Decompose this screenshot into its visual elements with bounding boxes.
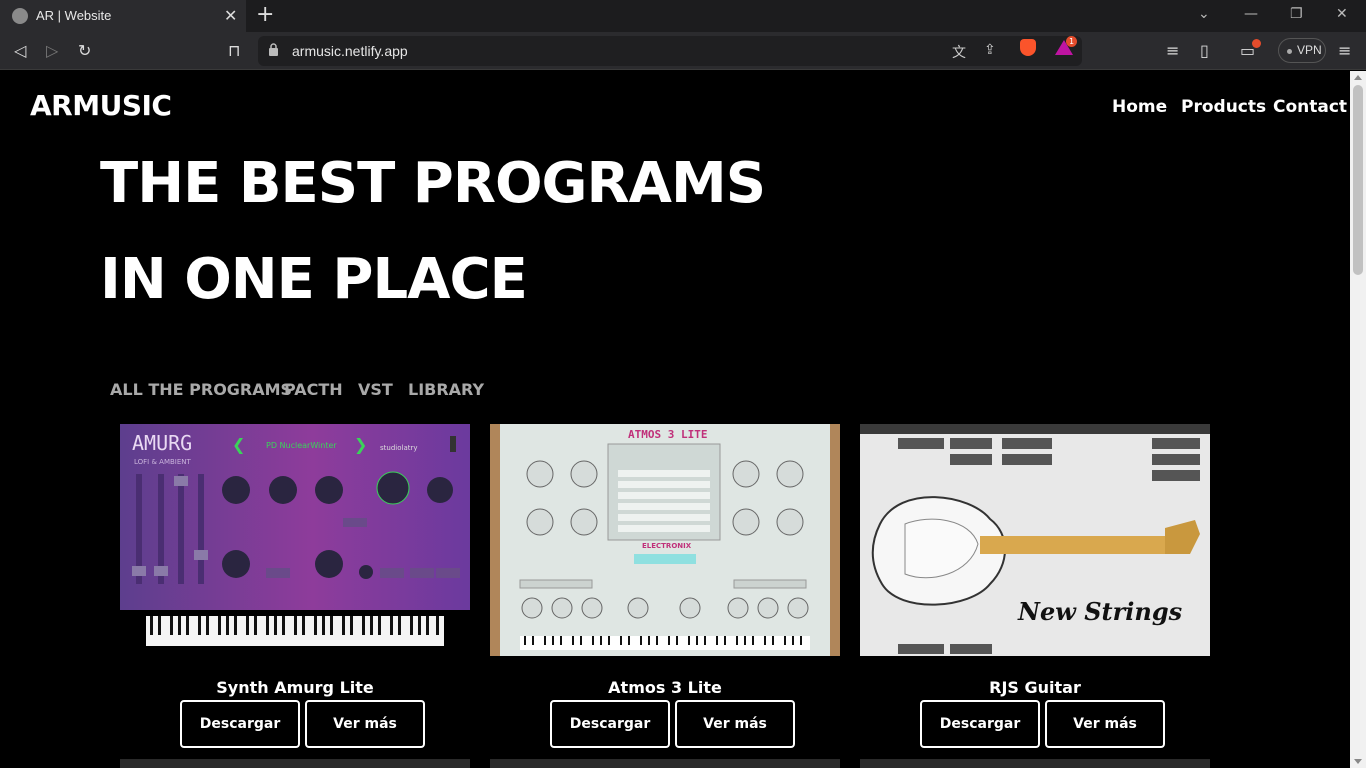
- brave-shields-icon[interactable]: [1020, 39, 1036, 56]
- nav-home[interactable]: Home: [1112, 97, 1167, 117]
- media-icon[interactable]: ≡: [1166, 41, 1179, 60]
- share-icon[interactable]: ⇪: [984, 42, 996, 58]
- filter-all[interactable]: ALL THE PROGRAMS: [110, 380, 292, 399]
- translate-icon[interactable]: 文: [952, 42, 966, 62]
- site-logo[interactable]: ARMUSIC: [30, 89, 172, 122]
- scroll-down-icon[interactable]: [1354, 759, 1362, 764]
- back-icon[interactable]: ◁: [14, 41, 26, 60]
- product-title: Atmos 3 Lite: [608, 678, 722, 697]
- amurg-brand-text: AMURG: [132, 431, 192, 455]
- tab-title: AR | Website: [36, 8, 112, 23]
- download-button[interactable]: Descargar: [550, 700, 670, 748]
- page-scrollbar[interactable]: [1350, 71, 1366, 768]
- forward-icon[interactable]: ▷: [46, 41, 58, 60]
- vpn-label: VPN: [1297, 43, 1322, 57]
- svg-text:❯: ❯: [354, 435, 367, 454]
- svg-text:PD NuclearWinter: PD NuclearWinter: [266, 441, 337, 450]
- close-tab-icon[interactable]: ✕: [224, 6, 237, 25]
- globe-icon: [12, 8, 28, 24]
- svg-text:ELECTRONIX: ELECTRONIX: [642, 542, 692, 550]
- browser-tab-bar: AR | Website ✕ + ⌄ — ❐ ✕: [0, 0, 1366, 32]
- scroll-up-icon[interactable]: [1354, 75, 1362, 80]
- svg-text:ATMOS 3 LITE: ATMOS 3 LITE: [628, 428, 707, 441]
- svg-text:LOFI & AMBIENT: LOFI & AMBIENT: [134, 458, 192, 466]
- sidebar-icon[interactable]: ▯: [1200, 41, 1209, 60]
- lock-icon: [269, 43, 278, 56]
- see-more-button[interactable]: Ver más: [305, 700, 425, 748]
- filter-library[interactable]: LIBRARY: [408, 380, 484, 399]
- browser-tab[interactable]: AR | Website ✕: [0, 0, 246, 32]
- see-more-button[interactable]: Ver más: [1045, 700, 1165, 748]
- product-image-atmos[interactable]: ATMOS 3 LITE ELECTRONIX: [490, 424, 840, 656]
- product-title: RJS Guitar: [989, 678, 1081, 697]
- svg-text:❮: ❮: [232, 435, 245, 454]
- product-title: Synth Amurg Lite: [216, 678, 374, 697]
- nav-products[interactable]: Products: [1181, 97, 1266, 117]
- new-tab-icon[interactable]: +: [256, 2, 274, 27]
- svg-text:studiolatry: studiolatry: [380, 444, 418, 452]
- reload-icon[interactable]: ↻: [78, 41, 91, 60]
- restore-icon[interactable]: ❐: [1290, 6, 1303, 22]
- tab-search-icon[interactable]: ⌄: [1198, 6, 1210, 22]
- svg-text:New Strings: New Strings: [1017, 597, 1183, 626]
- next-product-image[interactable]: [860, 759, 1210, 768]
- product-image-rjs-guitar[interactable]: New Strings: [860, 424, 1210, 656]
- web-page: ARMUSIC Home Products Contact THE BEST P…: [0, 71, 1350, 768]
- vpn-button[interactable]: VPN: [1278, 38, 1326, 63]
- filter-patch[interactable]: PACTH: [284, 380, 343, 399]
- hero-title-line-2: IN ONE PLACE: [100, 247, 528, 312]
- minimize-icon[interactable]: —: [1244, 6, 1258, 22]
- see-more-button[interactable]: Ver más: [675, 700, 795, 748]
- download-button[interactable]: Descargar: [180, 700, 300, 748]
- browser-toolbar: ◁ ▷ ↻ ⊓ armusic.netlify.app 文 ⇪ 1 ≡ ▯ ▭ …: [0, 32, 1366, 70]
- menu-icon[interactable]: ≡: [1338, 41, 1351, 60]
- product-image-amurg[interactable]: AMURG LOFI & AMBIENT ❮ PD NuclearWinter …: [120, 424, 470, 650]
- nav-contact[interactable]: Contact: [1273, 97, 1347, 117]
- next-product-image[interactable]: [490, 759, 840, 768]
- next-product-image[interactable]: [120, 759, 470, 768]
- address-bar[interactable]: armusic.netlify.app 文 ⇪: [258, 36, 1082, 66]
- close-window-icon[interactable]: ✕: [1336, 6, 1348, 22]
- wallet-badge: [1252, 39, 1261, 48]
- scrollbar-thumb[interactable]: [1353, 85, 1363, 275]
- download-button[interactable]: Descargar: [920, 700, 1040, 748]
- vpn-status-icon: [1287, 49, 1292, 54]
- filter-vst[interactable]: VST: [358, 380, 393, 399]
- rewards-badge: 1: [1066, 36, 1077, 47]
- hero-title-line-1: THE BEST PROGRAMS: [100, 151, 766, 216]
- bookmark-icon[interactable]: ⊓: [228, 41, 240, 60]
- url-text: armusic.netlify.app: [292, 43, 408, 59]
